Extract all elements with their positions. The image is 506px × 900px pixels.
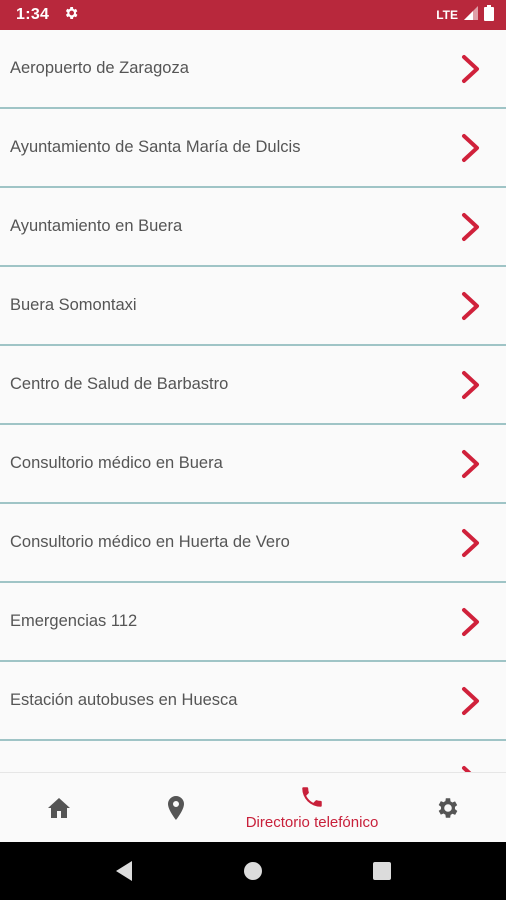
nav-settings[interactable] — [390, 773, 506, 842]
home-button[interactable] — [228, 846, 278, 896]
nav-directory[interactable]: Directorio telefónico — [234, 773, 390, 842]
recents-square-icon — [372, 862, 391, 880]
gear-icon — [438, 797, 458, 818]
phone-icon — [302, 787, 322, 807]
nav-directory-label: Directorio telefónico — [245, 814, 379, 831]
chevron-right-icon — [462, 607, 479, 636]
battery-icon — [484, 4, 494, 26]
chevron-right-icon — [462, 370, 479, 399]
list-item-label: Consultorio médico en Huerta de Vero — [10, 533, 290, 551]
list-item[interactable]: Ayuntamiento en Buera — [0, 188, 506, 267]
chevron-right-icon — [462, 54, 479, 83]
list-item[interactable]: Buera Somontaxi — [0, 267, 506, 346]
nav-home[interactable] — [0, 773, 118, 842]
signal-icon — [464, 5, 478, 25]
nav-map[interactable] — [118, 773, 234, 842]
status-time: 1:34 — [16, 6, 50, 23]
chevron-right-icon — [462, 686, 479, 715]
list-item[interactable]: Ayuntamiento de Santa María de Dulcis — [0, 109, 506, 188]
system-navigation-bar — [0, 842, 506, 900]
chevron-right-icon — [462, 212, 479, 241]
list-item[interactable]: Consultorio médico en Buera — [0, 425, 506, 504]
back-icon — [116, 861, 133, 881]
list-item-label: Centro de Salud de Barbastro — [10, 375, 229, 393]
home-icon — [48, 797, 70, 818]
phone-directory-list[interactable]: Aeropuerto de Zaragoza Ayuntamiento de S… — [0, 30, 506, 772]
list-item-label: Ayuntamiento en Buera — [10, 217, 183, 235]
chevron-right-icon — [462, 291, 479, 320]
bottom-navigation: Directorio telefónico — [0, 772, 506, 842]
chevron-right-icon — [462, 449, 479, 478]
back-button[interactable] — [99, 846, 149, 896]
list-item-label: Buera Somontaxi — [10, 296, 137, 314]
network-type: LTE — [436, 8, 458, 22]
recents-button[interactable] — [357, 846, 407, 896]
list-item-label: Consultorio médico en Buera — [10, 454, 223, 472]
chevron-right-icon — [462, 133, 479, 162]
list-item[interactable]: Estación autobuses en Huesca — [0, 662, 506, 741]
list-item[interactable]: Emergencias 112 — [0, 583, 506, 662]
chevron-right-icon — [462, 528, 479, 557]
list-item-label: Emergencias 112 — [10, 612, 138, 630]
location-pin-icon — [168, 795, 184, 820]
list-item[interactable]: Aeropuerto de Zaragoza — [0, 30, 506, 109]
home-circle-icon — [243, 862, 262, 880]
list-item[interactable]: Consultorio médico en Huerta de Vero — [0, 504, 506, 583]
list-item-label: Aeropuerto de Zaragoza — [10, 59, 189, 77]
list-item[interactable]: Centro de Salud de Barbastro — [0, 346, 506, 425]
settings-gear-icon — [63, 5, 79, 26]
status-bar: 1:34 LTE — [0, 0, 506, 30]
list-item-label: Estación autobuses en Huesca — [10, 691, 238, 709]
list-item[interactable] — [0, 741, 506, 772]
list-item-label: Ayuntamiento de Santa María de Dulcis — [10, 138, 301, 156]
chevron-right-icon — [462, 765, 472, 772]
